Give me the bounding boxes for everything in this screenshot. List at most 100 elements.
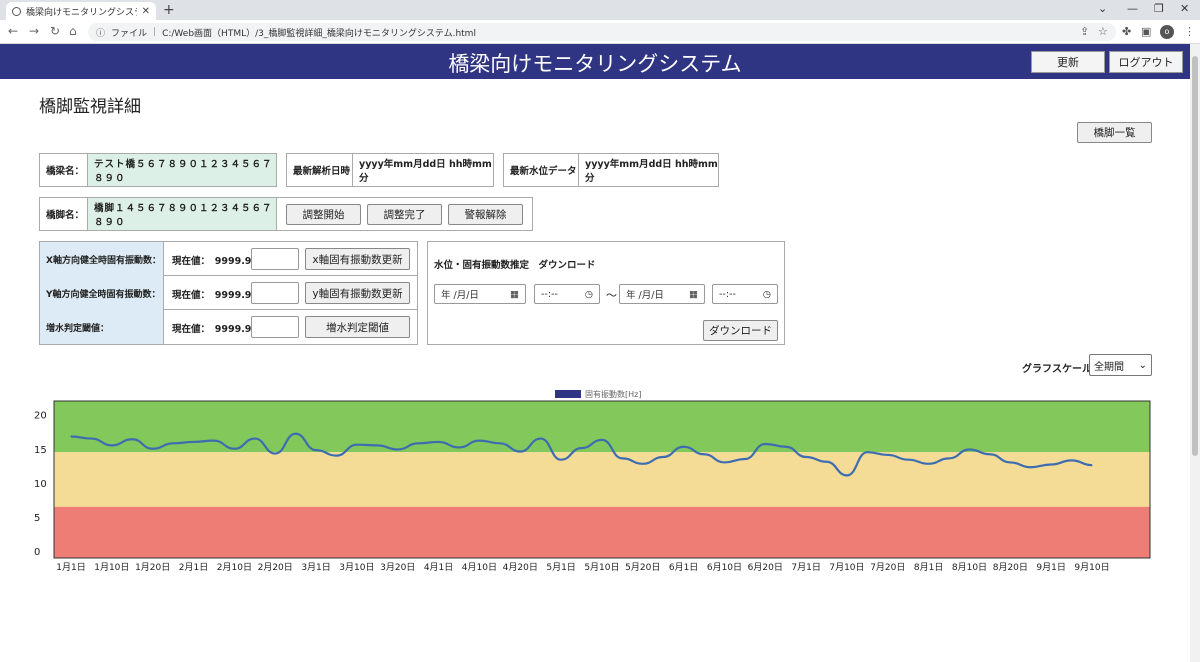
close-window-icon[interactable]: ✕ bbox=[1180, 2, 1189, 15]
series-point bbox=[785, 446, 787, 448]
bookmark-star-icon[interactable]: ☆ bbox=[1098, 25, 1108, 38]
y-frequency-current: 現在値： 9999.9 bbox=[172, 290, 252, 301]
series-point bbox=[989, 453, 991, 455]
series-point bbox=[642, 463, 644, 465]
series-point bbox=[254, 437, 256, 440]
series-point bbox=[131, 438, 133, 440]
graph-scale-select[interactable]: 全期間 ⌄ bbox=[1089, 354, 1152, 376]
page-scrollbar[interactable] bbox=[1190, 44, 1200, 662]
x-frequency-update-button[interactable]: x軸固有振動数更新 bbox=[305, 248, 410, 270]
series-point bbox=[928, 463, 930, 465]
extensions-icon[interactable]: ✤ bbox=[1122, 25, 1131, 38]
x-tick-label: 3月20日 bbox=[380, 562, 415, 573]
y-tick-label: 15 bbox=[34, 445, 47, 456]
series-point bbox=[723, 461, 726, 464]
chevron-down-icon[interactable]: ⌄ bbox=[1098, 2, 1107, 15]
x-tick-label: 5月1日 bbox=[546, 562, 575, 573]
logout-button[interactable]: ログアウト bbox=[1109, 51, 1183, 73]
globe-icon bbox=[12, 6, 21, 16]
start-date-input[interactable]: 年 /月/日 ▦ bbox=[434, 284, 526, 304]
latest-analysis-label: 最新解析日時 bbox=[287, 154, 353, 186]
end-time-input[interactable]: --:-- ◷ bbox=[712, 284, 778, 304]
calendar-icon[interactable]: ▦ bbox=[689, 289, 698, 300]
reload-icon[interactable]: ↻ bbox=[50, 24, 60, 38]
latest-analysis-box: 最新解析日時 yyyy年mm月dd日 hh時mm分 bbox=[286, 153, 494, 187]
range-separator: 〜 bbox=[606, 289, 617, 302]
profile-avatar[interactable]: o bbox=[1160, 25, 1174, 39]
restore-icon[interactable]: ❐ bbox=[1154, 2, 1164, 15]
x-frequency-input[interactable] bbox=[251, 248, 299, 270]
alarm-release-button[interactable]: 警報解除 bbox=[448, 204, 523, 225]
forward-icon[interactable]: → bbox=[29, 24, 39, 38]
x-tick-label: 3月1日 bbox=[301, 562, 330, 573]
scrollbar-thumb[interactable] bbox=[1192, 56, 1198, 456]
address-bar: ← → ↻ ⌂ ⓘ ファイル | C:/Web画面（HTML）/3_橋脚監視詳細… bbox=[0, 20, 1200, 44]
x-tick-label: 7月20日 bbox=[870, 562, 905, 573]
info-icon[interactable]: ⓘ bbox=[96, 26, 105, 39]
x-tick-label: 9月1日 bbox=[1036, 562, 1065, 573]
y-tick-label: 5 bbox=[34, 513, 40, 524]
adjust-start-button[interactable]: 調整開始 bbox=[286, 204, 361, 225]
browser-tab[interactable]: 橋梁向けモニタリングシステム ✕ bbox=[6, 2, 156, 20]
end-date-placeholder: 年 /月/日 bbox=[626, 290, 664, 301]
x-tick-label: 4月20日 bbox=[503, 562, 538, 573]
x-tick-label: 9月10日 bbox=[1074, 562, 1109, 573]
flood-threshold-button[interactable]: 増水判定閾値 bbox=[305, 316, 410, 338]
back-icon[interactable]: ← bbox=[8, 24, 18, 38]
flood-threshold-input[interactable] bbox=[251, 316, 299, 338]
menu-dots-icon[interactable]: ⋮ bbox=[1184, 25, 1195, 38]
y-frequency-input[interactable] bbox=[251, 282, 299, 304]
adjust-end-button[interactable]: 調整完了 bbox=[367, 204, 442, 225]
download-title: 水位・固有振動数推定 ダウンロード bbox=[434, 260, 596, 271]
new-tab-icon[interactable]: + bbox=[163, 2, 175, 18]
calendar-icon[interactable]: ▦ bbox=[510, 289, 519, 300]
series-point bbox=[315, 449, 317, 451]
zone-band-1 bbox=[54, 452, 1150, 507]
latest-analysis-value: yyyy年mm月dd日 hh時mm分 bbox=[359, 159, 492, 184]
minimize-icon[interactable]: — bbox=[1127, 2, 1138, 15]
x-tick-label: 5月20日 bbox=[625, 562, 660, 573]
series-point bbox=[540, 437, 542, 440]
close-tab-icon[interactable]: ✕ bbox=[142, 6, 150, 17]
bridge-name-value: テスト橋５６７８９０１２３４５６７８９０ bbox=[88, 154, 276, 186]
series-point bbox=[601, 439, 603, 441]
x-tick-label: 8月20日 bbox=[993, 562, 1028, 573]
x-frequency-label: X軸方向健全時固有振動数： bbox=[40, 242, 164, 276]
y-frequency-label: Y軸方向健全時固有振動数： bbox=[40, 276, 164, 310]
series-point bbox=[335, 455, 338, 457]
browser-tabstrip: 橋梁向けモニタリングシステム ✕ + ⌄ — ❐ ✕ bbox=[0, 0, 1200, 20]
series-point bbox=[662, 456, 664, 458]
clock-icon[interactable]: ◷ bbox=[585, 289, 593, 300]
flood-threshold-row: 増水判定閾値： 現在値： 9999.9 増水判定閾値 bbox=[40, 310, 417, 344]
home-icon[interactable]: ⌂ bbox=[69, 24, 77, 38]
y-tick-label: 20 bbox=[34, 411, 47, 422]
series-point bbox=[968, 448, 971, 451]
x-tick-label: 1月10日 bbox=[94, 562, 129, 573]
x-tick-label: 4月1日 bbox=[424, 562, 453, 573]
url-field[interactable]: ⓘ ファイル | C:/Web画面（HTML）/3_橋脚監視詳細_橋梁向けモニタ… bbox=[88, 23, 1116, 41]
app-header: 橋梁向けモニタリングシステム 更新 ログアウト bbox=[0, 44, 1190, 79]
share-icon[interactable]: ⇪ bbox=[1080, 25, 1089, 38]
series-point bbox=[683, 446, 685, 448]
clock-icon[interactable]: ◷ bbox=[763, 289, 771, 300]
bridge-name-box: 橋梁名： テスト橋５６７８９０１２３４５６７８９０ bbox=[39, 153, 277, 187]
download-button[interactable]: ダウンロード bbox=[703, 320, 778, 341]
refresh-button[interactable]: 更新 bbox=[1031, 51, 1105, 73]
x-tick-label: 3月10日 bbox=[339, 562, 374, 573]
end-date-input[interactable]: 年 /月/日 ▦ bbox=[619, 284, 705, 304]
side-panel-icon[interactable]: ▣ bbox=[1141, 25, 1151, 38]
x-frequency-current: 現在値： 9999.9 bbox=[172, 256, 252, 267]
pier-name-label: 橋脚名： bbox=[40, 198, 88, 230]
latest-water-label: 最新水位データ bbox=[504, 154, 579, 186]
legend-label: 固有振動数[Hz] bbox=[585, 389, 641, 399]
start-time-input[interactable]: --:-- ◷ bbox=[534, 284, 600, 304]
y-frequency-update-button[interactable]: y軸固有振動数更新 bbox=[305, 282, 410, 304]
series-point bbox=[213, 439, 215, 442]
legend-swatch bbox=[555, 390, 581, 398]
x-tick-label: 6月20日 bbox=[748, 562, 783, 573]
bridge-name-label: 橋梁名： bbox=[40, 154, 88, 186]
graph-scale-label: グラフスケール bbox=[1022, 364, 1092, 375]
x-tick-label: 6月10日 bbox=[707, 562, 742, 573]
pier-list-button[interactable]: 橋脚一覧 bbox=[1077, 122, 1152, 143]
series-point bbox=[458, 446, 460, 449]
